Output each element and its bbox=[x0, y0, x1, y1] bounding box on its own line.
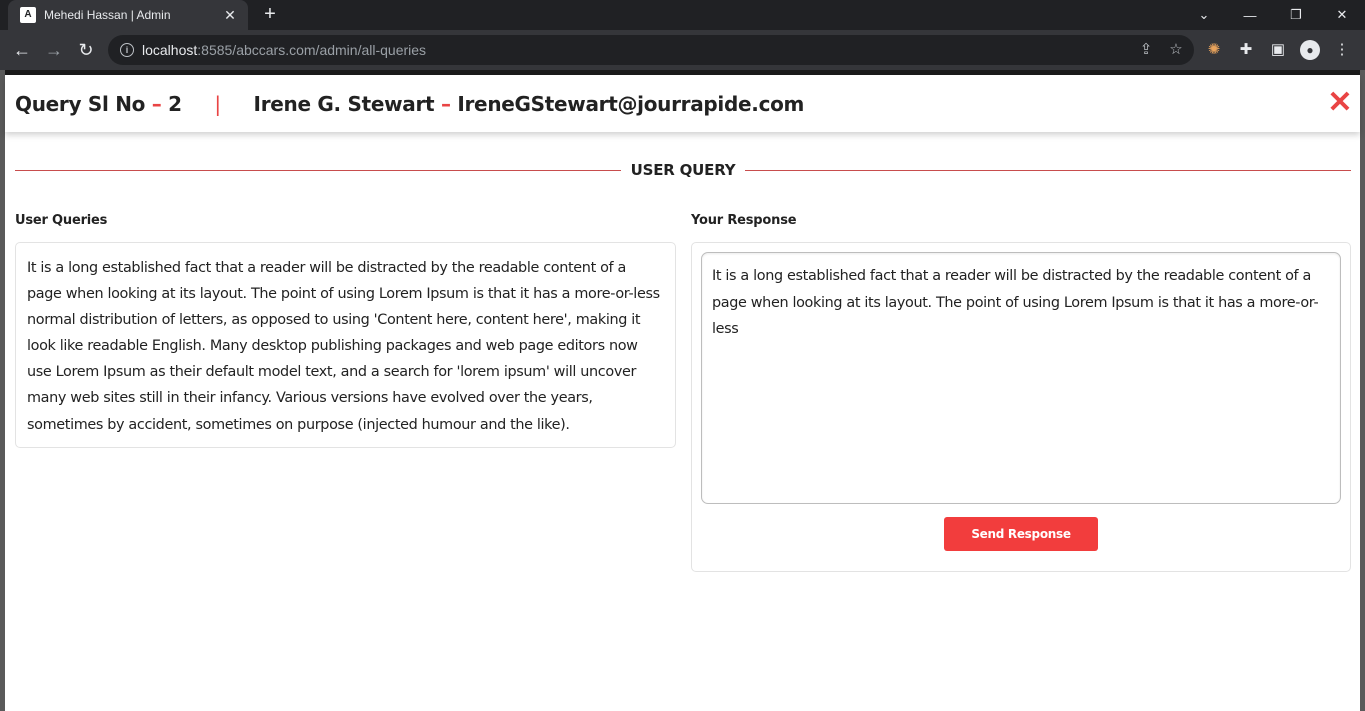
profile-icon[interactable]: ● bbox=[1300, 40, 1320, 60]
star-icon[interactable]: ☆ bbox=[1166, 40, 1186, 58]
share-icon[interactable]: ⇪ bbox=[1136, 40, 1156, 58]
menu-icon[interactable]: ⋮ bbox=[1332, 40, 1352, 60]
title-dash-2: – bbox=[440, 91, 451, 116]
address-bar[interactable]: i localhost:8585/abccars.com/admin/all-q… bbox=[108, 35, 1194, 65]
tab-search-icon[interactable]: ⌄ bbox=[1181, 0, 1227, 30]
new-tab-icon[interactable]: + bbox=[258, 3, 282, 27]
tab-close-icon[interactable]: ✕ bbox=[222, 7, 238, 24]
section-heading: USER QUERY bbox=[15, 158, 1351, 182]
page-content: Query Sl No – 2 | Irene G. Stewart – Ire… bbox=[5, 70, 1360, 711]
section-title: USER QUERY bbox=[630, 161, 736, 179]
divider-left bbox=[15, 169, 621, 171]
query-label: Query Sl No bbox=[15, 91, 146, 116]
close-icon[interactable]: ✕ bbox=[1326, 88, 1354, 118]
response-card: It is a long established fact that a rea… bbox=[691, 242, 1351, 572]
browser-tab[interactable]: A Mehedi Hassan | Admin ✕ bbox=[8, 0, 248, 30]
favicon-icon: A bbox=[20, 7, 36, 23]
omnibox-actions: ⇪ ☆ bbox=[1136, 40, 1186, 58]
url-host: localhost bbox=[142, 42, 198, 58]
restore-icon[interactable]: ❐ bbox=[1273, 0, 1319, 30]
info-icon[interactable]: i bbox=[120, 43, 134, 57]
user-queries-label: User Queries bbox=[15, 213, 108, 228]
puzzle-icon[interactable]: ✚ bbox=[1236, 40, 1256, 60]
modal-title: Query Sl No – 2 | Irene G. Stewart – Ire… bbox=[15, 92, 804, 116]
back-icon[interactable]: ← bbox=[8, 36, 36, 64]
browser-tabbar: A Mehedi Hassan | Admin ✕ + ⌄ — ❐ ✕ bbox=[0, 0, 1365, 30]
your-response-label: Your Response bbox=[691, 213, 797, 228]
title-separator: | bbox=[214, 91, 221, 116]
sidepanel-icon[interactable]: ▣ bbox=[1268, 40, 1288, 60]
divider-right bbox=[745, 169, 1351, 171]
user-query-text: It is a long established fact that a rea… bbox=[15, 242, 676, 448]
modal-header: Query Sl No – 2 | Irene G. Stewart – Ire… bbox=[5, 75, 1360, 132]
url-path: :8585/abccars.com/admin/all-queries bbox=[197, 42, 427, 58]
query-number: 2 bbox=[168, 91, 182, 116]
user-name: Irene G. Stewart bbox=[253, 91, 435, 116]
window-close-icon[interactable]: ✕ bbox=[1319, 0, 1365, 30]
response-textarea[interactable]: It is a long established fact that a rea… bbox=[701, 252, 1341, 504]
window-controls: ⌄ — ❐ ✕ bbox=[1181, 0, 1365, 30]
send-response-button[interactable]: Send Response bbox=[944, 517, 1098, 551]
reload-icon[interactable]: ↻ bbox=[72, 36, 100, 64]
tab-title: Mehedi Hassan | Admin bbox=[44, 8, 171, 22]
extensions-area: ✺ ✚ ▣ ● ⋮ bbox=[1204, 40, 1352, 60]
minimize-icon[interactable]: — bbox=[1227, 0, 1273, 30]
cookie-icon[interactable]: ✺ bbox=[1204, 40, 1224, 60]
forward-icon[interactable]: → bbox=[40, 36, 68, 64]
title-dash: – bbox=[151, 91, 162, 116]
browser-toolbar: ← → ↻ i localhost:8585/abccars.com/admin… bbox=[0, 30, 1365, 70]
user-email: IreneGStewart@jourrapide.com bbox=[457, 91, 805, 116]
